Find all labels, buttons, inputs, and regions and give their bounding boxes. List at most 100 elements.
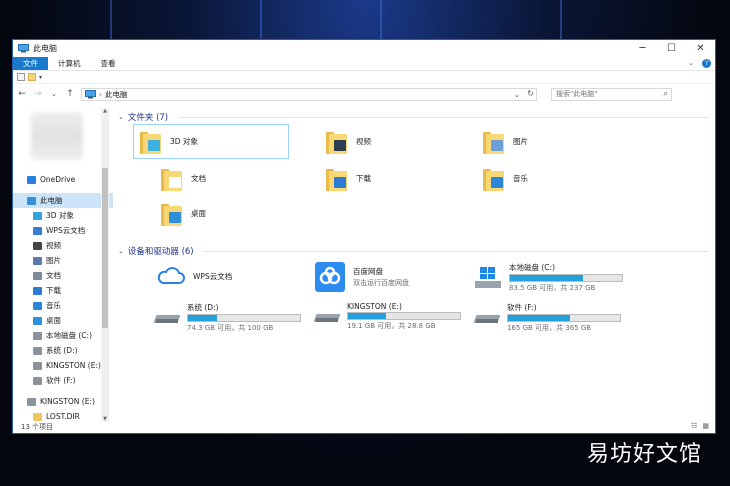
search-input[interactable]: 搜索"此电脑" ⌕ xyxy=(551,87,672,101)
navigation-bar: ← → ⌄ ↑ › 此电脑 ⌄ ↻ 搜索"此电脑" ⌕ xyxy=(13,84,715,104)
document-icon xyxy=(33,271,42,280)
drive-subtext: 83.5 GB 可用，共 237 GB xyxy=(509,284,596,292)
address-separator[interactable]: › xyxy=(99,90,102,99)
folder-label: 视频 xyxy=(356,137,371,146)
ribbon-tabs: 文件 计算机 查看 ⌄ ? xyxy=(13,57,715,71)
folder-item[interactable]: 视频 xyxy=(320,124,476,159)
folder-item[interactable]: 图片 xyxy=(477,124,633,159)
minimize-button[interactable]: ─ xyxy=(628,40,657,57)
light-ray xyxy=(110,0,112,40)
sidebar-item-label: 3D 对象 xyxy=(46,211,74,220)
windows-drive-icon xyxy=(475,266,501,288)
drive-icon xyxy=(33,331,42,340)
sidebar-item-label: 图片 xyxy=(46,256,61,265)
tab-file[interactable]: 文件 xyxy=(13,57,48,70)
back-button[interactable]: ← xyxy=(17,89,27,99)
new-folder-icon[interactable] xyxy=(28,73,36,81)
light-ray xyxy=(260,0,262,40)
sidebar-scrollbar[interactable]: ▲ ▼ xyxy=(101,108,109,422)
blurred-quick-access xyxy=(31,112,83,160)
close-button[interactable]: ✕ xyxy=(686,40,715,57)
sidebar-item[interactable]: 文档 xyxy=(13,268,113,283)
search-placeholder: 搜索"此电脑" xyxy=(556,90,598,98)
drive-name: 系统 (D:) xyxy=(187,303,219,312)
address-dropdown-icon[interactable]: ⌄ xyxy=(514,90,520,99)
group-header-folders[interactable]: ⌄ 文件夹 (7) xyxy=(115,110,715,124)
drive-item[interactable]: WPS云文档 xyxy=(155,266,232,286)
drive-icon xyxy=(33,361,42,370)
address-crumb[interactable]: 此电脑 xyxy=(105,89,128,100)
customize-toolbar-icon[interactable]: ▾ xyxy=(39,74,42,81)
folder-label: 图片 xyxy=(513,137,528,146)
folder-icon xyxy=(140,130,162,154)
details-view-icon[interactable]: ☷ xyxy=(691,422,697,430)
large-icons-view-icon[interactable]: ▦ xyxy=(702,422,709,430)
film-icon xyxy=(33,241,42,250)
ribbon-collapse-button[interactable]: ⌄ xyxy=(688,59,694,68)
folder-item[interactable]: 音乐 xyxy=(477,161,633,196)
forward-button[interactable]: → xyxy=(33,89,43,99)
sidebar-item-label: 本地磁盘 (C:) xyxy=(46,331,92,340)
sidebar-item[interactable]: 视频 xyxy=(13,238,113,253)
tab-computer[interactable]: 计算机 xyxy=(48,57,91,70)
drive-item[interactable]: KINGSTON (E:) 19.1 GB 可用，共 28.8 GB xyxy=(313,302,461,331)
maximize-button[interactable]: ☐ xyxy=(657,40,686,57)
drive-item[interactable]: 百度网盘 双击运行百度网盘 xyxy=(315,262,409,292)
drive-item[interactable]: 软件 (F:) 165 GB 可用，共 365 GB xyxy=(473,302,621,333)
sidebar-item[interactable]: 音乐 xyxy=(13,298,113,313)
quick-access-toolbar: ▾ xyxy=(13,71,715,84)
sidebar-item[interactable]: 软件 (F:) xyxy=(13,373,113,388)
sidebar-item[interactable]: WPS云文档 xyxy=(13,223,113,238)
item-count: 13 个项目 xyxy=(21,422,54,431)
capacity-bar xyxy=(187,314,301,322)
music-icon xyxy=(33,301,42,310)
folder-label: 文档 xyxy=(191,174,206,183)
folder-item[interactable]: 下载 xyxy=(320,161,476,196)
light-ray xyxy=(560,0,562,40)
folder-item[interactable]: 桌面 xyxy=(155,196,311,231)
sidebar-item[interactable]: 本地磁盘 (C:) xyxy=(13,328,113,343)
sidebar-item[interactable]: KINGSTON (E:) xyxy=(13,358,113,373)
drive-item[interactable]: 本地磁盘 (C:) 83.5 GB 可用，共 237 GB xyxy=(475,262,623,293)
divider xyxy=(203,250,709,252)
folder-icon xyxy=(483,130,505,154)
sidebar-item[interactable]: 桌面 xyxy=(13,313,113,328)
sidebar-item[interactable]: 系统 (D:) xyxy=(13,343,113,358)
sidebar-item-label: KINGSTON (E:) xyxy=(40,397,95,406)
group-header-drives[interactable]: ⌄ 设备和驱动器 (6) xyxy=(115,244,715,258)
scrollbar-thumb[interactable] xyxy=(102,168,108,328)
scroll-up-arrow[interactable]: ▲ xyxy=(101,108,109,114)
sidebar-item[interactable]: OneDrive xyxy=(13,172,113,187)
sidebar-item[interactable]: 3D 对象 xyxy=(13,208,113,223)
explorer-window: 此电脑 ─ ☐ ✕ 文件 计算机 查看 ⌄ ? ▾ ← → ⌄ ↑ › 此电脑 … xyxy=(12,39,716,434)
sidebar-item[interactable]: 此电脑 xyxy=(13,193,113,208)
folder-item[interactable]: 文档 xyxy=(155,161,311,196)
status-bar: 13 个项目 ☷ ▦ xyxy=(13,420,715,433)
drive-item[interactable]: 系统 (D:) 74.3 GB 可用，共 100 GB xyxy=(153,302,301,333)
help-button[interactable]: ? xyxy=(702,59,711,68)
up-button[interactable]: ↑ xyxy=(65,89,75,99)
folder-item[interactable]: 3D 对象 xyxy=(133,124,289,159)
sidebar-item-label: KINGSTON (E:) xyxy=(46,361,101,370)
download-icon xyxy=(33,286,42,295)
tab-view[interactable]: 查看 xyxy=(91,57,126,70)
sidebar-item[interactable]: KINGSTON (E:) xyxy=(13,394,113,409)
drive-name: WPS云文档 xyxy=(193,271,233,281)
folder-icon xyxy=(483,167,505,191)
sidebar-item[interactable]: 图片 xyxy=(13,253,113,268)
collapse-chevron-icon[interactable]: ⌄ xyxy=(118,247,124,255)
recent-locations-button[interactable]: ⌄ xyxy=(49,90,59,98)
address-bar[interactable]: › 此电脑 ⌄ ↻ xyxy=(81,87,537,101)
computer-icon xyxy=(27,196,36,205)
sidebar-item-label: WPS云文档 xyxy=(46,226,86,235)
desktop-icon xyxy=(33,316,42,325)
drive-subtext: 双击运行百度网盘 xyxy=(353,279,409,287)
sidebar-item-label: 软件 (F:) xyxy=(46,376,76,385)
properties-icon[interactable] xyxy=(17,73,25,81)
folder-label: 下载 xyxy=(356,174,371,183)
collapse-chevron-icon[interactable]: ⌄ xyxy=(118,113,124,121)
refresh-button[interactable]: ↻ xyxy=(527,89,534,98)
capacity-bar xyxy=(509,274,623,282)
sidebar-item[interactable]: 下载 xyxy=(13,283,113,298)
title-bar[interactable]: 此电脑 ─ ☐ ✕ xyxy=(13,40,715,57)
